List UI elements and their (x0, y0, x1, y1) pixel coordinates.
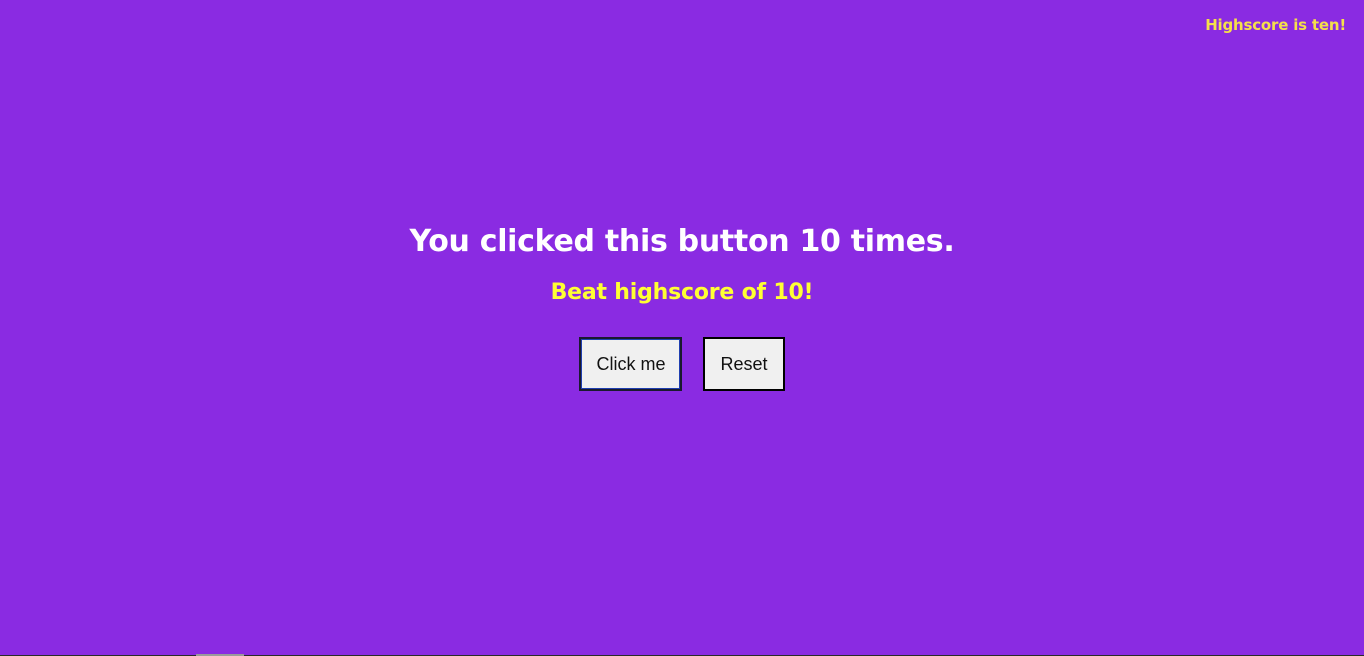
button-group: Click me Reset (0, 337, 1364, 391)
click-counter-text: You clicked this button 10 times. (409, 224, 955, 259)
reset-button[interactable]: Reset (703, 337, 785, 391)
click-me-button[interactable]: Click me (579, 337, 683, 391)
main-panel: You clicked this button 10 times. Beat h… (0, 222, 1364, 391)
highscore-label: Highscore is ten! (1205, 16, 1346, 34)
beat-highscore-text: Beat highscore of 10! (550, 280, 814, 305)
